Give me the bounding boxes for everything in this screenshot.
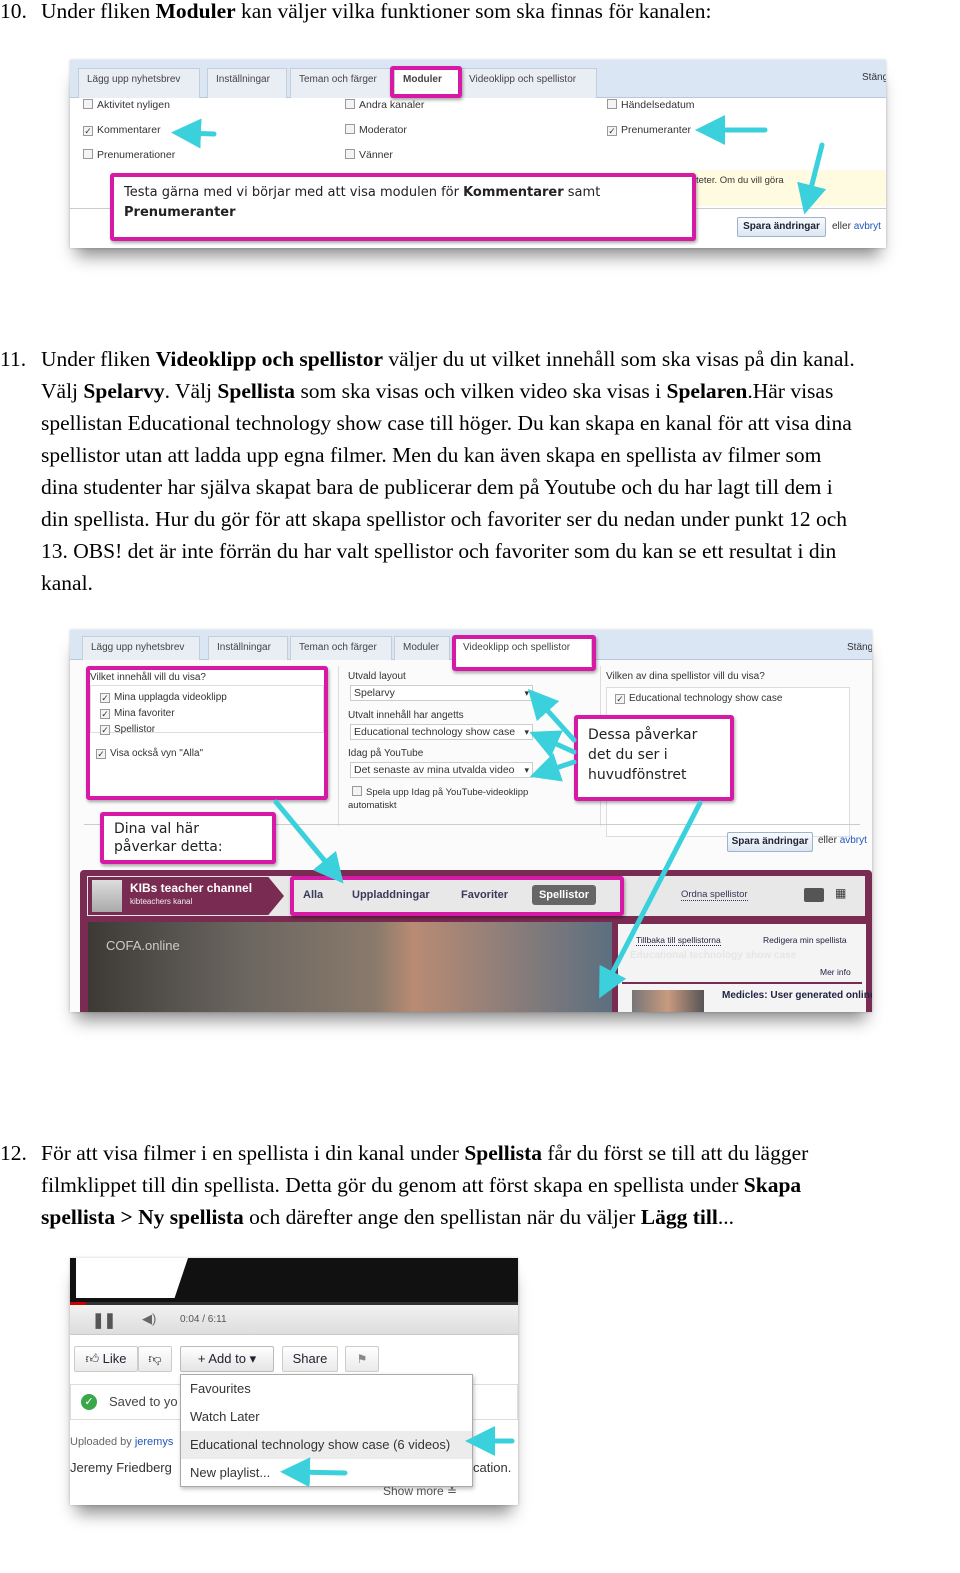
highlight-box xyxy=(290,876,624,916)
arrange-playlists-link[interactable]: Ordna spellistor xyxy=(681,889,748,901)
screenshot-add-to-menu: ❚❚ ◀) 0:04 / 6:11 👍︎ Like 👎︎ + Add to ▾ … xyxy=(70,1258,518,1505)
item-12: 12. För att visa filmer i en spellista i… xyxy=(0,1141,809,1229)
content-checkbox[interactable]: ✓ Mina favoriter xyxy=(100,708,175,719)
callout-main-window: Dessa påverkar det du ser i huvudfönstre… xyxy=(574,715,734,801)
video-thumbnail[interactable] xyxy=(632,990,704,1012)
back-to-playlists-link[interactable]: Tillbaka till spellistorna xyxy=(636,935,721,946)
screenshot-modules: Lägg upp nyhetsbrev Inställningar Teman … xyxy=(70,60,886,248)
add-to-button[interactable]: + Add to ▾ xyxy=(180,1346,274,1372)
item-11: 11. Under fliken Videoklipp och spellist… xyxy=(0,347,855,595)
module-checkbox[interactable]: Andra kanaler xyxy=(345,99,424,111)
playlist-checkbox[interactable]: ✓ Educational technology show case xyxy=(615,693,782,704)
pause-icon[interactable]: ❚❚ xyxy=(92,1311,116,1329)
tab-videos[interactable]: Videoklipp och spellistor xyxy=(460,68,597,98)
close-link[interactable]: Stäng xyxy=(847,642,872,653)
highlight-box xyxy=(390,66,462,98)
module-checkbox[interactable]: Prenumerationer xyxy=(83,149,175,161)
player-view-icon[interactable] xyxy=(804,888,824,902)
screenshot-videos-playlists: Lägg upp nyhetsbrev Inställningar Teman … xyxy=(70,630,872,1012)
channel-subtitle: kibteachers kanal xyxy=(130,897,193,906)
or-text: eller xyxy=(832,221,851,232)
tab-modules[interactable]: Moduler xyxy=(394,636,450,660)
callout-box: Testa gärna med vi börjar med att visa m… xyxy=(110,173,696,241)
video-logo: COFA.online xyxy=(106,938,180,953)
item-10: 10. Under fliken Moduler kan väljer vilk… xyxy=(0,0,712,23)
volume-icon[interactable]: ◀) xyxy=(142,1311,156,1327)
edit-playlist-link[interactable]: Redigera min spellista xyxy=(763,935,847,945)
share-button[interactable]: Share xyxy=(282,1346,338,1372)
like-button[interactable]: 👍︎ Like xyxy=(74,1346,138,1372)
add-to-menu: Favourites Watch Later Educational techn… xyxy=(180,1374,473,1487)
check-icon: ✓ xyxy=(81,1394,97,1410)
thumbs-up-icon: 👍︎ xyxy=(85,1351,100,1366)
today-select[interactable]: Det senaste av mina utvalda video xyxy=(350,762,533,778)
channel-title: KIBs teacher channel xyxy=(130,881,253,895)
cancel-link[interactable]: avbryt xyxy=(854,221,881,232)
cancel-link[interactable]: avbryt xyxy=(840,835,867,846)
autoplay-checkbox[interactable]: Spela upp Idag på YouTube-videoklipp xyxy=(352,786,528,798)
tab-themes[interactable]: Teman och färger xyxy=(290,68,392,98)
flag-icon: ⚑ xyxy=(356,1352,368,1366)
layout-select[interactable]: Spelarvy xyxy=(350,685,533,701)
tab-newsletter[interactable]: Lägg upp nyhetsbrev xyxy=(82,636,200,660)
notice-text: teter. Om du vill göra xyxy=(690,170,886,206)
content-checkbox[interactable]: ✓ Mina upplagda videoklipp xyxy=(100,692,227,703)
close-link[interactable]: Stäng xyxy=(862,72,886,83)
uploader-link[interactable]: jeremys xyxy=(135,1436,174,1448)
menu-item-playlist[interactable]: Educational technology show case (6 vide… xyxy=(181,1431,472,1459)
menu-item-new-playlist[interactable]: New playlist... xyxy=(181,1459,472,1487)
highlight-box xyxy=(452,635,596,671)
module-checkbox[interactable]: Aktivitet nyligen xyxy=(83,99,170,111)
module-checkbox[interactable]: ✓ Kommentarer xyxy=(83,124,161,136)
playlist-title: Educational technology show case xyxy=(630,950,797,961)
video-player[interactable]: COFA.online xyxy=(88,922,612,1012)
menu-item-favourites[interactable]: Favourites xyxy=(181,1375,472,1403)
tab-settings[interactable]: Inställningar xyxy=(208,636,288,660)
video-frame[interactable] xyxy=(70,1258,518,1302)
save-button[interactable]: Spara ändringar xyxy=(737,217,826,237)
plus-icon: + xyxy=(197,1351,206,1366)
module-checkbox[interactable]: Händelsedatum xyxy=(607,99,695,111)
featured-select[interactable]: Educational technology show case xyxy=(350,724,533,740)
player-controls: ❚❚ ◀) 0:04 / 6:11 xyxy=(70,1305,518,1335)
thumbs-down-icon: 👎︎ xyxy=(148,1351,162,1366)
more-info-link[interactable]: Mer info xyxy=(820,967,851,977)
tab-themes[interactable]: Teman och färger xyxy=(290,636,392,660)
playlist-panel: Tillbaka till spellistorna Redigera min … xyxy=(618,924,872,1012)
time-display: 0:04 / 6:11 xyxy=(180,1314,227,1325)
menu-item-watch-later[interactable]: Watch Later xyxy=(181,1403,472,1431)
channel-preview: KIBs teacher channel kibteachers kanal A… xyxy=(80,870,872,1012)
callout-choices: Dina val här påverkar detta: xyxy=(100,812,276,864)
module-checkbox[interactable]: ✓ Prenumeranter xyxy=(607,124,691,136)
caret-down-icon: ▾ xyxy=(249,1351,257,1366)
flag-button[interactable]: ⚑ xyxy=(345,1346,379,1372)
module-checkbox[interactable]: Vänner xyxy=(345,149,393,161)
avatar xyxy=(92,880,122,912)
save-button[interactable]: Spara ändringar xyxy=(727,832,813,852)
grid-view-icon[interactable]: ▦ xyxy=(835,886,846,900)
content-box: Vilket innehåll vill du visa? ✓ Mina uppl… xyxy=(86,666,328,800)
module-checkbox[interactable]: Moderator xyxy=(345,124,407,136)
content-checkbox[interactable]: ✓ Spellistor xyxy=(100,724,155,735)
tab-settings[interactable]: Inställningar xyxy=(207,68,287,98)
video-title[interactable]: Medicles: User generated online xyxy=(722,990,872,1001)
tab-newsletter[interactable]: Lägg upp nyhetsbrev xyxy=(78,68,200,98)
show-all-checkbox[interactable]: ✓ Visa också vyn "Alla" xyxy=(96,748,203,759)
dislike-button[interactable]: 👎︎ xyxy=(138,1346,172,1372)
